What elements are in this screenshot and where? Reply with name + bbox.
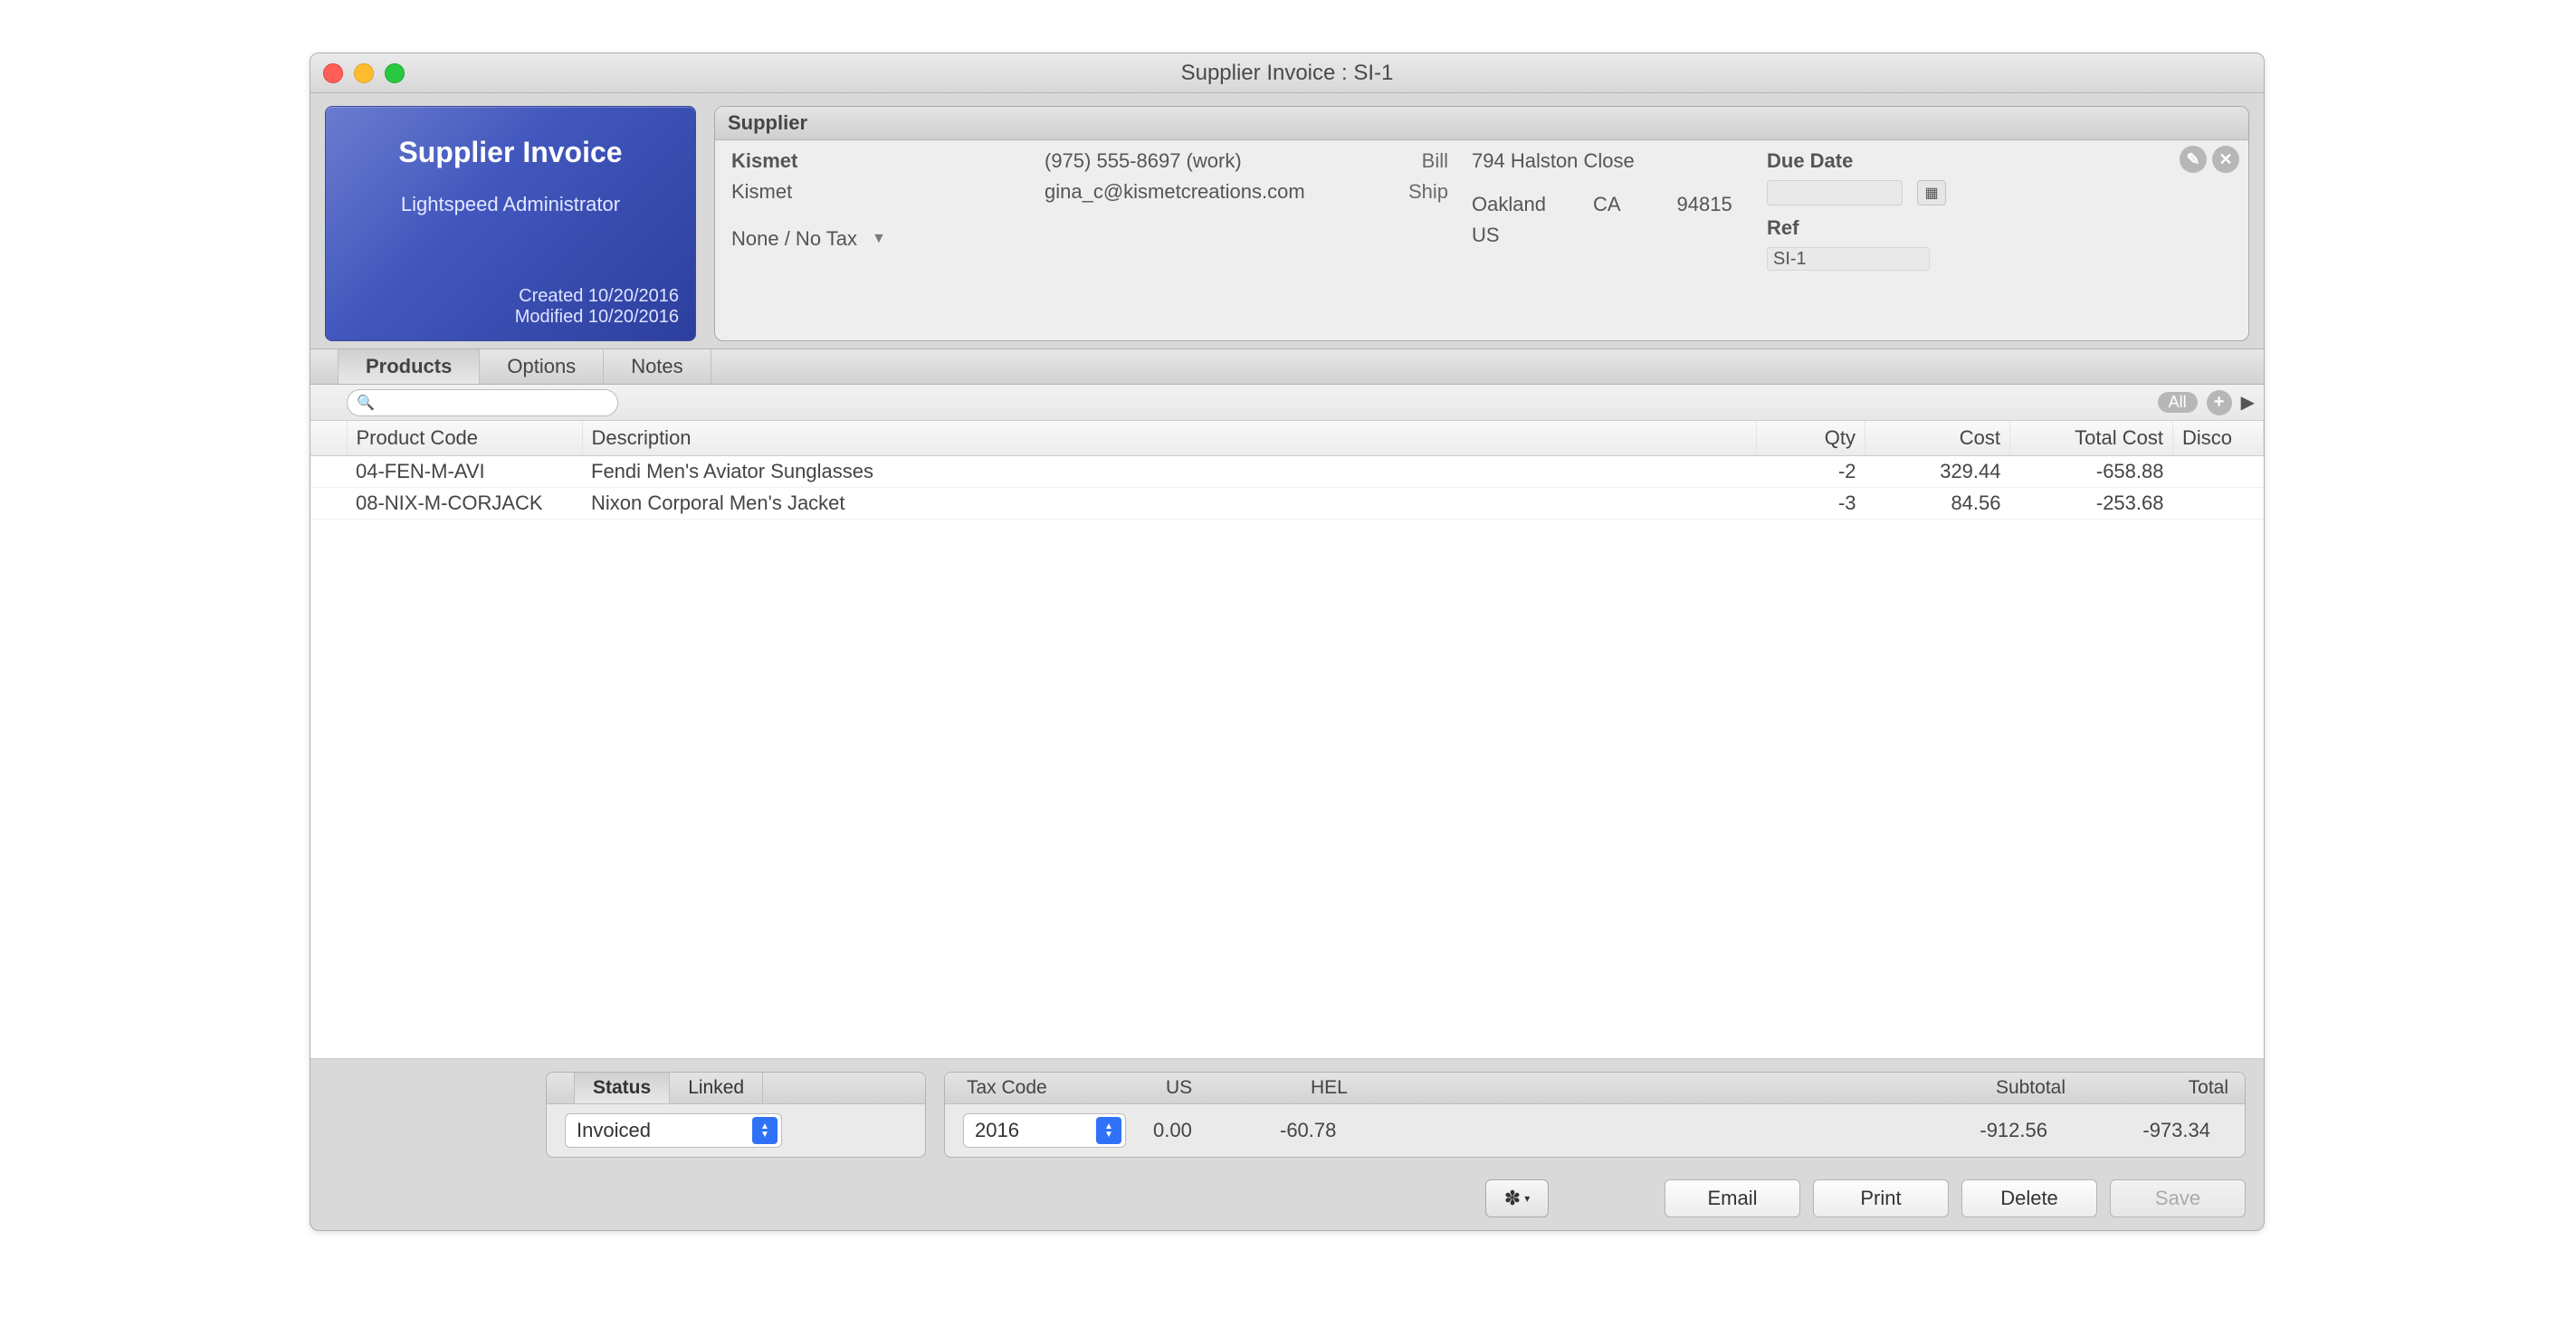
due-date-field[interactable] [1767, 180, 1903, 205]
products-table: Product Code Description Qty Cost Total … [310, 421, 2264, 1059]
ref-value: SI-1 [1773, 249, 1807, 270]
ref-label: Ref [1767, 216, 1948, 240]
edit-icon[interactable]: ✎ [2180, 146, 2207, 173]
print-button[interactable]: Print [1813, 1179, 1949, 1217]
search-box[interactable]: 🔍 [347, 389, 618, 416]
window-zoom-button[interactable] [385, 63, 405, 83]
search-icon: 🔍 [357, 394, 375, 412]
doc-badge-user: Lightspeed Administrator [342, 193, 679, 216]
supplier-name-1: Kismet [731, 149, 1021, 173]
doc-badge-title: Supplier Invoice [342, 136, 679, 169]
address-country: US [1472, 224, 1743, 247]
subtotal-label: Subtotal [1901, 1073, 2082, 1103]
hel-value: -60.78 [1271, 1119, 1470, 1142]
supplier-panel: Supplier ✎ ✕ Kismet Kismet None / No Tax… [714, 106, 2249, 341]
subtotal-value: -912.56 [1883, 1119, 2064, 1142]
window-minimize-button[interactable] [354, 63, 374, 83]
col-cost[interactable]: Cost [1865, 421, 2010, 456]
cell-total: -253.68 [2010, 488, 2173, 520]
tab-products[interactable]: Products [338, 349, 480, 384]
tab-strip: Products Options Notes [310, 348, 2264, 385]
tax-dropdown-icon[interactable]: ▼ [872, 231, 886, 251]
email-button[interactable]: Email [1665, 1179, 1800, 1217]
col-description[interactable]: Description [582, 421, 1757, 456]
due-date-label: Due Date [1767, 149, 1948, 173]
ship-label: Ship [1394, 180, 1448, 204]
us-label: US [1144, 1073, 1289, 1103]
stepper-icon: ▲▼ [752, 1117, 778, 1144]
address-line-1: 794 Halston Close [1472, 149, 1743, 173]
search-input[interactable] [380, 393, 608, 412]
col-total-cost[interactable]: Total Cost [2010, 421, 2173, 456]
col-product-code[interactable]: Product Code [347, 421, 582, 456]
supplier-header: Supplier [715, 107, 2248, 140]
cell-disc [2173, 488, 2264, 520]
titlebar: Supplier Invoice : SI-1 [310, 53, 2264, 93]
linked-tab[interactable]: Linked [670, 1073, 763, 1103]
supplier-email: gina_c@kismetcreations.com [1045, 180, 1370, 204]
created-date: 10/20/2016 [588, 286, 679, 306]
cell-desc: Fendi Men's Aviator Sunglasses [582, 456, 1757, 488]
address-state: CA [1593, 193, 1621, 216]
window-close-button[interactable] [323, 63, 343, 83]
us-value: 0.00 [1126, 1119, 1271, 1142]
doc-badge: Supplier Invoice Lightspeed Administrato… [325, 106, 696, 341]
taxcode-value: 2016 [975, 1119, 1019, 1142]
cell-desc: Nixon Corporal Men's Jacket [582, 488, 1757, 520]
ref-field[interactable]: SI-1 [1767, 247, 1930, 271]
cell-cost: 329.44 [1865, 456, 2010, 488]
cell-qty: -2 [1757, 456, 1865, 488]
table-row[interactable]: 08-NIX-M-CORJACKNixon Corporal Men's Jac… [310, 488, 2264, 520]
supplier-name-2: Kismet [731, 180, 1021, 204]
tab-options[interactable]: Options [480, 349, 604, 384]
cell-total: -658.88 [2010, 456, 2173, 488]
cell-code: 08-NIX-M-CORJACK [347, 488, 582, 520]
status-select[interactable]: Invoiced ▲▼ [565, 1113, 782, 1148]
cell-qty: -3 [1757, 488, 1865, 520]
status-value: Invoiced [577, 1119, 651, 1142]
add-line-button[interactable]: + [2207, 390, 2232, 415]
expand-icon[interactable]: ▶ [2241, 391, 2255, 414]
created-label: Created [519, 286, 583, 306]
cell-cost: 84.56 [1865, 488, 2010, 520]
cell-disc [2173, 456, 2264, 488]
taxcode-label: Tax Code [945, 1073, 1144, 1103]
app-window: Supplier Invoice : SI-1 Supplier Invoice… [310, 52, 2265, 1231]
address-zip: 94815 [1677, 193, 1732, 216]
modified-label: Modified [515, 307, 584, 327]
gear-menu-button[interactable]: ✽▾ [1485, 1179, 1549, 1217]
filter-all-button[interactable]: All [2158, 392, 2198, 413]
cell-code: 04-FEN-M-AVI [347, 456, 582, 488]
save-button: Save [2110, 1179, 2246, 1217]
hel-label: HEL [1289, 1073, 1488, 1103]
delete-button[interactable]: Delete [1961, 1179, 2097, 1217]
status-tab[interactable]: Status [574, 1073, 670, 1103]
window-title: Supplier Invoice : SI-1 [310, 61, 2264, 86]
total-value: -973.34 [2064, 1119, 2227, 1142]
taxcode-select[interactable]: 2016 ▲▼ [963, 1113, 1126, 1148]
table-row[interactable]: 04-FEN-M-AVIFendi Men's Aviator Sunglass… [310, 456, 2264, 488]
total-label: Total [2082, 1073, 2245, 1103]
col-qty[interactable]: Qty [1757, 421, 1865, 456]
clear-icon[interactable]: ✕ [2212, 146, 2239, 173]
supplier-phone: (975) 555-8697 (work) [1045, 149, 1370, 173]
bill-label: Bill [1394, 149, 1448, 173]
stepper-icon: ▲▼ [1096, 1117, 1121, 1144]
calendar-icon[interactable]: ▦ [1917, 180, 1946, 205]
tab-notes[interactable]: Notes [604, 349, 711, 384]
modified-date: 10/20/2016 [588, 307, 679, 327]
col-discount[interactable]: Disco [2173, 421, 2264, 456]
supplier-tax: None / No Tax [731, 227, 857, 251]
address-city: Oakland [1472, 193, 1546, 216]
